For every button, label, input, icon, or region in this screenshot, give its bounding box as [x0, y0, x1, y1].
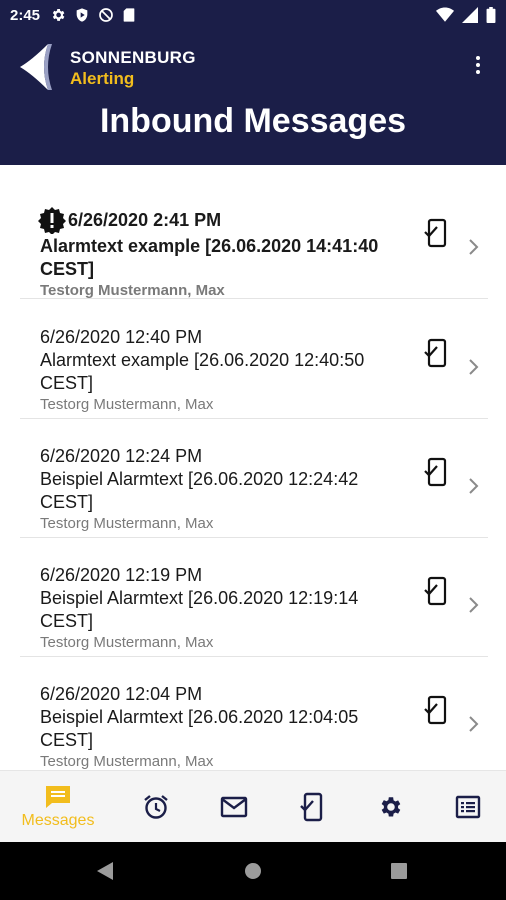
phone-check-icon[interactable]	[424, 457, 448, 487]
phone-check-icon[interactable]	[424, 576, 448, 606]
nav-messages[interactable]: Messages	[18, 771, 98, 843]
status-bar: 2:45	[0, 0, 506, 30]
nav-mail[interactable]	[194, 771, 274, 843]
brand-name: SONNENBURG	[70, 48, 196, 67]
dot	[476, 63, 480, 67]
chevron-right-icon[interactable]	[468, 477, 480, 495]
chevron-right-icon[interactable]	[468, 358, 480, 376]
phone-check-icon[interactable]	[424, 218, 448, 248]
message-text: Beispiel Alarmtext [26.06.2020 12:24:42 …	[40, 469, 359, 512]
message-datetime: 6/26/2020 12:40 PM	[40, 327, 203, 347]
message-sender: Testorg Mustermann, Max	[40, 634, 214, 651]
status-time: 2:45	[10, 6, 41, 24]
overflow-menu-button[interactable]	[468, 50, 488, 80]
message-sender: Testorg Mustermann, Max	[40, 396, 214, 413]
app-header: SONNENBURG Alerting Inbound Messages	[0, 30, 506, 165]
list-icon	[455, 795, 481, 819]
message-item[interactable]: 6/26/2020 12:19 PM Beispiel Alarmtext [2…	[20, 538, 488, 657]
nav-alarms[interactable]	[116, 771, 196, 843]
message-list[interactable]: 6/26/2020 2:41 PM Alarmtext example [26.…	[0, 165, 506, 770]
back-icon[interactable]	[96, 861, 114, 881]
message-item[interactable]: 6/26/2020 2:41 PM Alarmtext example [26.…	[20, 180, 488, 299]
nav-acknowledge[interactable]	[272, 771, 352, 843]
mail-icon	[220, 796, 248, 818]
alarm-clock-icon	[144, 795, 168, 819]
message-sender: Testorg Mustermann, Max	[40, 753, 214, 770]
chevron-right-icon[interactable]	[468, 715, 480, 733]
phone-check-icon[interactable]	[424, 695, 448, 725]
message-text: Beispiel Alarmtext [26.06.2020 12:19:14 …	[40, 588, 359, 631]
phone-check-icon	[300, 792, 323, 822]
message-datetime: 6/26/2020 2:41 PM	[68, 210, 222, 230]
sd-card-icon	[123, 8, 135, 22]
wifi-icon	[436, 7, 454, 22]
settings-icon	[381, 797, 401, 817]
message-text: Alarmtext example [26.06.2020 12:40:50 C…	[40, 350, 365, 393]
no-disturb-icon	[99, 8, 113, 22]
message-item[interactable]: 6/26/2020 12:24 PM Beispiel Alarmtext [2…	[20, 419, 488, 538]
message-item[interactable]: 6/26/2020 12:04 PM Beispiel Alarmtext [2…	[20, 657, 488, 770]
recents-icon[interactable]	[391, 863, 407, 879]
sonnenburg-logo-icon	[20, 44, 52, 90]
phone-check-icon[interactable]	[424, 338, 448, 368]
gear-icon	[52, 9, 65, 21]
chevron-right-icon[interactable]	[468, 596, 480, 614]
battery-icon	[486, 7, 496, 23]
message-datetime: 6/26/2020 12:24 PM	[40, 446, 203, 466]
home-icon[interactable]	[245, 863, 261, 879]
nav-settings[interactable]	[350, 771, 430, 843]
alert-badge-icon	[38, 207, 66, 234]
play-protect-icon	[76, 8, 88, 22]
messages-icon	[46, 786, 70, 808]
brand-subtitle: Alerting	[70, 69, 135, 88]
chevron-right-icon[interactable]	[468, 238, 480, 256]
message-text: Beispiel Alarmtext [26.06.2020 12:04:05 …	[40, 707, 359, 750]
bottom-nav: Messages	[0, 770, 506, 842]
nav-list[interactable]	[428, 771, 506, 843]
dot	[476, 70, 480, 74]
brand: SONNENBURG Alerting	[70, 48, 196, 89]
message-item[interactable]: 6/26/2020 12:40 PM Alarmtext example [26…	[20, 300, 488, 419]
message-sender: Testorg Mustermann, Max	[40, 282, 225, 299]
page-title: Inbound Messages	[99, 102, 407, 140]
message-datetime: 6/26/2020 12:19 PM	[40, 565, 203, 585]
nav-label-messages: Messages	[21, 812, 95, 829]
message-datetime: 6/26/2020 12:04 PM	[40, 684, 203, 704]
system-nav-bar	[0, 842, 506, 900]
message-sender: Testorg Mustermann, Max	[40, 515, 214, 532]
dot	[476, 56, 480, 60]
signal-icon	[462, 7, 478, 23]
message-text: Alarmtext example [26.06.2020 14:41:40 C…	[40, 236, 379, 279]
